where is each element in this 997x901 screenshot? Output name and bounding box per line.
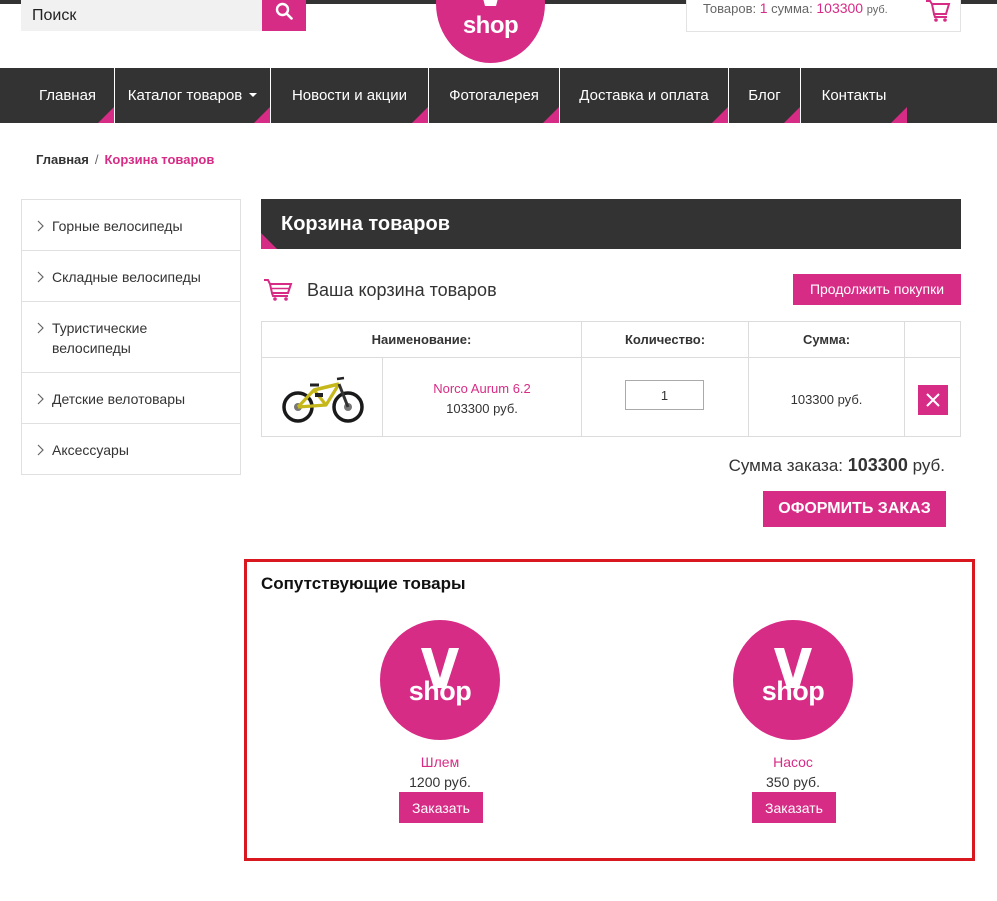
- nav-item-home[interactable]: Главная: [21, 68, 115, 123]
- nav-item-delivery[interactable]: Доставка и оплата: [560, 68, 729, 123]
- nav-item-catalog[interactable]: Каталог товаров: [115, 68, 271, 123]
- order-total-label: Сумма заказа:: [728, 456, 844, 475]
- product-image-cell: [262, 358, 383, 436]
- related-products: Сопутствующие товары shop Шлем 1200 руб.…: [244, 559, 975, 861]
- cart-currency: руб.: [866, 4, 888, 16]
- column-header-sum: Сумма:: [749, 322, 905, 358]
- sidebar-item-label: Туристические велосипеды: [52, 320, 148, 356]
- search-icon: [275, 2, 293, 20]
- order-total-currency: руб.: [912, 456, 945, 475]
- nav-corner: [712, 107, 728, 123]
- chevron-right-icon: [37, 322, 44, 334]
- cart-icon: [264, 279, 293, 301]
- page-header-bar: Корзина товаров: [261, 199, 961, 249]
- nav-item-contacts[interactable]: Контакты: [801, 68, 907, 123]
- chevron-right-icon: [37, 220, 44, 232]
- column-header-name: Наименование:: [262, 322, 582, 358]
- cart-title: Ваша корзина товаров: [307, 280, 497, 300]
- nav-corner: [412, 107, 428, 123]
- related-product-name[interactable]: Шлем: [355, 754, 525, 770]
- nav-item-label: Каталог товаров: [127, 87, 243, 104]
- chevron-right-icon: [37, 444, 44, 456]
- remove-item-button[interactable]: [918, 385, 948, 415]
- header-corner: [261, 233, 277, 249]
- product-sum: 103300 руб.: [790, 392, 863, 407]
- sidebar-item-mountain-bikes[interactable]: Горные велосипеды: [22, 200, 240, 251]
- caret-down-icon: [249, 93, 258, 98]
- close-icon: [926, 393, 940, 407]
- header-cart[interactable]: Товаров: 1 сумма: 103300 руб.: [686, 0, 961, 32]
- nav-item-gallery[interactable]: Фотогалерея: [429, 68, 560, 123]
- quantity-input[interactable]: [625, 380, 704, 410]
- sidebar-item-label: Складные велосипеды: [52, 269, 201, 285]
- column-header-remove: [905, 322, 960, 358]
- main-nav: Главная Каталог товаров Новости и акции …: [0, 68, 997, 123]
- nav-corner: [543, 107, 559, 123]
- nav-corner: [891, 107, 907, 123]
- nav-item-blog[interactable]: Блог: [729, 68, 801, 123]
- related-product-price: 1200 руб.: [409, 774, 471, 790]
- product-price: 103300 руб.: [446, 401, 518, 416]
- breadcrumb: Главная / Корзина товаров: [36, 152, 214, 167]
- cart-items-count: 1: [759, 0, 768, 16]
- related-products-title: Сопутствующие товары: [261, 574, 466, 593]
- nav-corner: [784, 107, 800, 123]
- search-button[interactable]: [262, 0, 306, 31]
- related-product-price: 350 руб.: [766, 774, 820, 790]
- nav-item-label: Доставка и оплата: [579, 87, 709, 104]
- order-total-value: 103300: [847, 455, 908, 475]
- logo-text: shop: [761, 676, 825, 706]
- chevron-right-icon: [37, 393, 44, 405]
- product-placeholder-logo[interactable]: shop: [380, 620, 500, 740]
- sidebar-item-label: Детские велотовары: [52, 391, 186, 407]
- breadcrumb-separator: /: [94, 152, 99, 167]
- continue-shopping-button[interactable]: Продолжить покупки: [793, 274, 961, 305]
- sidebar-item-accessories[interactable]: Аксессуары: [22, 424, 240, 475]
- site-logo[interactable]: shop: [436, 0, 545, 63]
- product-name-link[interactable]: Norco Aurum 6.2: [383, 381, 581, 396]
- sidebar-item-kids-bikes[interactable]: Детские велотовары: [22, 373, 240, 424]
- nav-corner: [254, 107, 270, 123]
- related-product-name[interactable]: Насос: [708, 754, 878, 770]
- breadcrumb-home[interactable]: Главная: [36, 152, 89, 167]
- related-product-card: shop Насос 350 руб. Заказать: [708, 620, 878, 830]
- nav-item-label: Блог: [748, 87, 781, 104]
- bicycle-image[interactable]: [281, 376, 365, 424]
- nav-item-news[interactable]: Новости и акции: [271, 68, 429, 123]
- nav-item-label: Фотогалерея: [449, 87, 539, 104]
- page-title: Корзина товаров: [281, 213, 451, 235]
- nav-item-label: Контакты: [821, 87, 887, 104]
- order-total: Сумма заказа: 103300 руб.: [600, 455, 945, 476]
- cart-items-label: Товаров:: [703, 1, 757, 16]
- sidebar-item-label: Аксессуары: [52, 442, 129, 458]
- cart-sum-label: сумма:: [771, 1, 813, 16]
- cart-sum-value: 103300: [816, 0, 864, 16]
- related-product-card: shop Шлем 1200 руб. Заказать: [355, 620, 525, 830]
- search-bar: [21, 0, 306, 31]
- column-header-qty: Количество:: [582, 322, 749, 358]
- order-button[interactable]: Заказать: [399, 792, 483, 823]
- breadcrumb-current: Корзина товаров: [104, 152, 215, 167]
- logo-text: shop: [408, 676, 472, 706]
- logo-text: shop: [462, 12, 519, 39]
- category-sidebar: Горные велосипеды Складные велосипеды Ту…: [21, 199, 241, 475]
- checkout-button[interactable]: ОФОРМИТЬ ЗАКАЗ: [763, 491, 946, 527]
- product-name-cell: [383, 358, 582, 436]
- nav-corner: [98, 107, 114, 123]
- header-cart-info: Товаров: 1 сумма: 103300 руб.: [703, 0, 888, 18]
- chevron-right-icon: [37, 271, 44, 283]
- sidebar-item-folding-bikes[interactable]: Складные велосипеды: [22, 251, 240, 302]
- sidebar-item-label: Горные велосипеды: [52, 218, 183, 234]
- product-placeholder-logo[interactable]: shop: [733, 620, 853, 740]
- search-input[interactable]: [21, 0, 241, 31]
- nav-item-label: Новости и акции: [291, 87, 408, 104]
- cart-icon[interactable]: [925, 0, 951, 22]
- order-button[interactable]: Заказать: [752, 792, 836, 823]
- nav-item-label: Главная: [38, 87, 97, 104]
- cart-table: Наименование: Количество: Сумма: Norco A…: [261, 321, 961, 437]
- sidebar-item-touring-bikes[interactable]: Туристические велосипеды: [22, 302, 240, 373]
